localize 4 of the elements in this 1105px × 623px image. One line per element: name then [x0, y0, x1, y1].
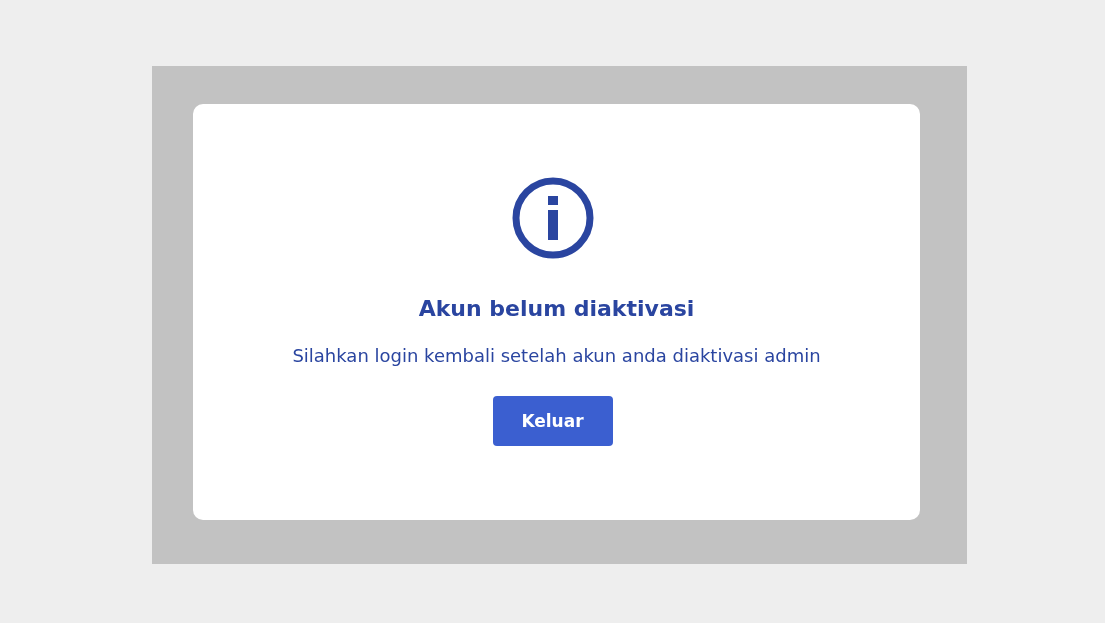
dialog-title: Akun belum diaktivasi — [418, 296, 695, 321]
dialog-message: Silahkan login kembali setelah akun anda diaktivasi admin — [292, 345, 821, 366]
info-icon — [510, 176, 595, 260]
logout-button[interactable]: Keluar — [492, 396, 613, 446]
